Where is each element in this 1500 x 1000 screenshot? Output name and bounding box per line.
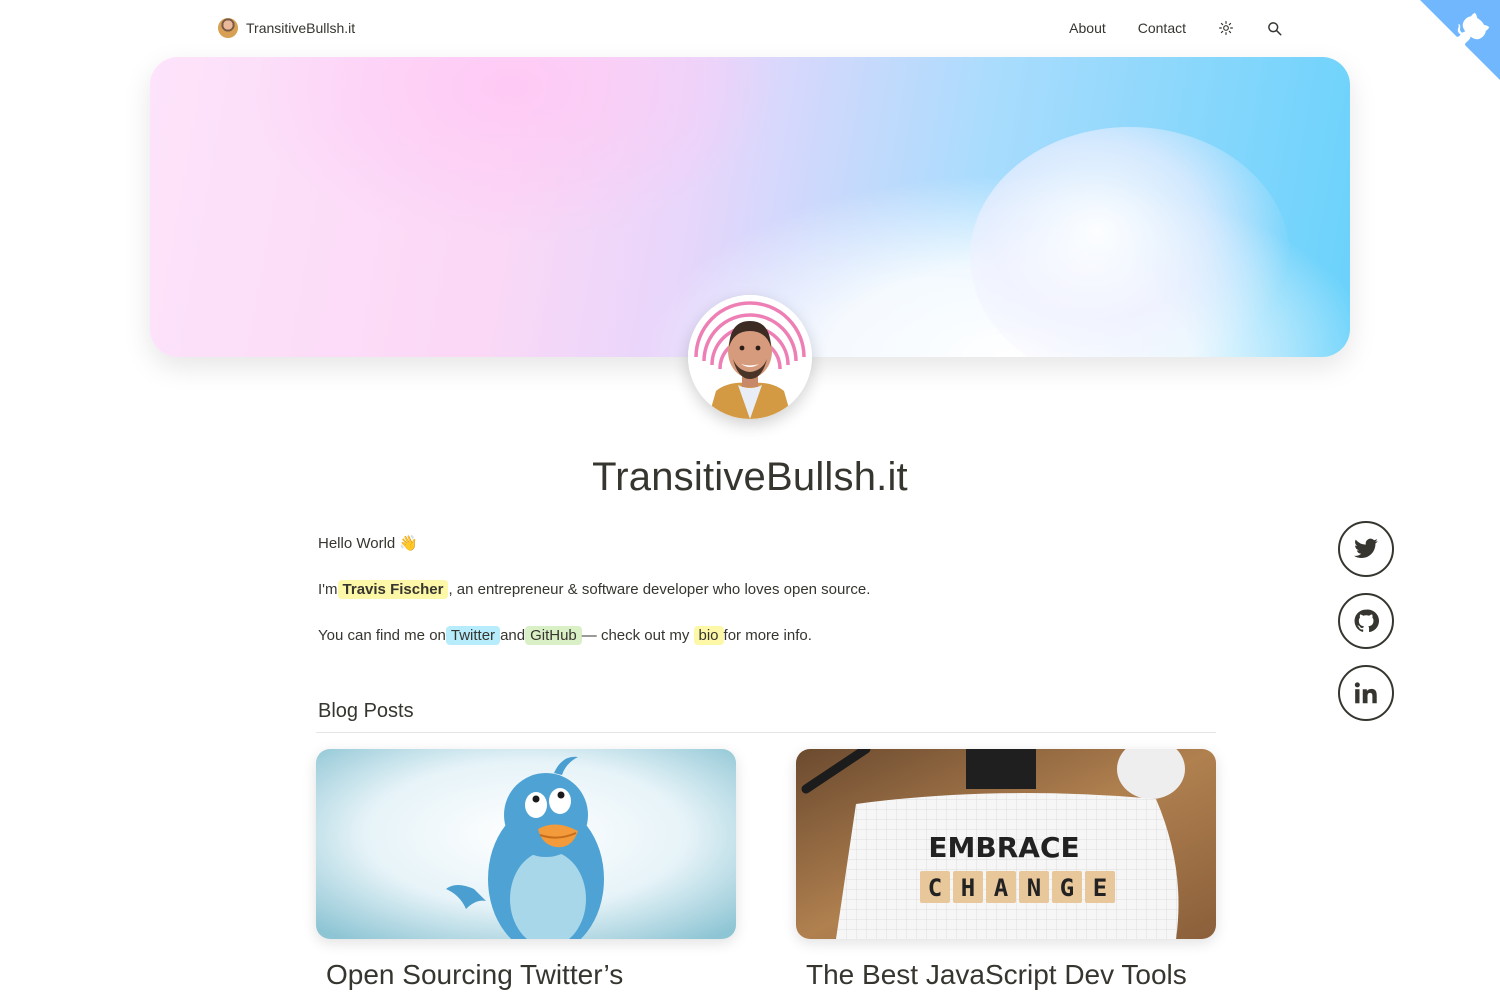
intro-prefix: I'm — [318, 581, 338, 598]
twitter-icon — [1354, 538, 1378, 558]
blog-post-card[interactable]: EMBRACE C H A N G E The Best JavaScript … — [796, 749, 1216, 993]
svg-text:C: C — [928, 874, 942, 902]
blog-post-title: The Best JavaScript Dev Tools — [806, 959, 1187, 990]
greeting-text: Hello World — [318, 535, 396, 552]
brand-name: TransitiveBullsh.it — [246, 20, 356, 36]
waving-hand-emoji: 👋 — [399, 535, 419, 552]
blog-post-title: Open Sourcing Twitter’s — [326, 959, 624, 990]
intro-suffix: , an entrepreneur & software developer w… — [448, 581, 871, 598]
brand-avatar — [218, 18, 238, 38]
bio-link[interactable]: bio — [693, 626, 724, 645]
find-me-prefix: You can find me on — [318, 627, 446, 644]
github-link[interactable]: GitHub — [525, 626, 582, 645]
search-icon[interactable] — [1266, 20, 1282, 36]
github-corner-link[interactable] — [1420, 0, 1500, 80]
section-divider — [316, 732, 1216, 733]
linkedin-icon — [1354, 682, 1377, 704]
svg-text:A: A — [994, 874, 1009, 902]
github-octocat-icon — [1420, 0, 1500, 80]
svg-text:H: H — [961, 874, 975, 902]
find-me-suffix: for more info. — [723, 627, 812, 644]
find-me-line: You can find me on Twitter and GitHub — chec… — [318, 626, 1218, 646]
embrace-change-image: EMBRACE C H A N G E — [796, 749, 1216, 939]
blog-section-title: Blog Posts — [318, 700, 414, 722]
and-text: and — [500, 627, 526, 644]
top-navigation: TransitiveBullsh.it About Contact — [0, 0, 1500, 60]
twitter-link[interactable]: Twitter — [445, 626, 501, 645]
svg-text:N: N — [1027, 874, 1041, 902]
intro-line: I'm Travis Fischer, an entrepreneur & sof… — [318, 580, 1218, 600]
linkedin-social-button[interactable] — [1338, 665, 1394, 721]
theme-toggle-icon[interactable] — [1218, 20, 1234, 36]
name-link[interactable]: Travis Fischer — [337, 580, 449, 599]
embrace-text: EMBRACE — [928, 831, 1079, 864]
hero-glow — [970, 127, 1290, 357]
nav-contact-link[interactable]: Contact — [1138, 20, 1186, 36]
nav-links: About Contact — [1069, 20, 1282, 36]
github-icon — [1354, 609, 1379, 633]
brand-link[interactable]: TransitiveBullsh.it — [218, 18, 355, 38]
nav-about-link[interactable]: About — [1069, 20, 1106, 36]
svg-text:G: G — [1060, 874, 1074, 902]
find-me-middle: — check out my — [581, 627, 690, 644]
intro-text: Hello World 👋 I'm Travis Fischer, an entr… — [318, 534, 1218, 672]
twitter-social-button[interactable] — [1338, 521, 1394, 577]
greeting-line: Hello World 👋 — [318, 534, 1218, 554]
page-title: TransitiveBullsh.it — [592, 455, 908, 499]
github-social-button[interactable] — [1338, 593, 1394, 649]
svg-text:E: E — [1093, 874, 1107, 902]
profile-avatar — [688, 295, 812, 419]
twitter-bird-image — [316, 749, 736, 939]
blog-post-card[interactable]: Open Sourcing Twitter’s — [316, 749, 736, 993]
